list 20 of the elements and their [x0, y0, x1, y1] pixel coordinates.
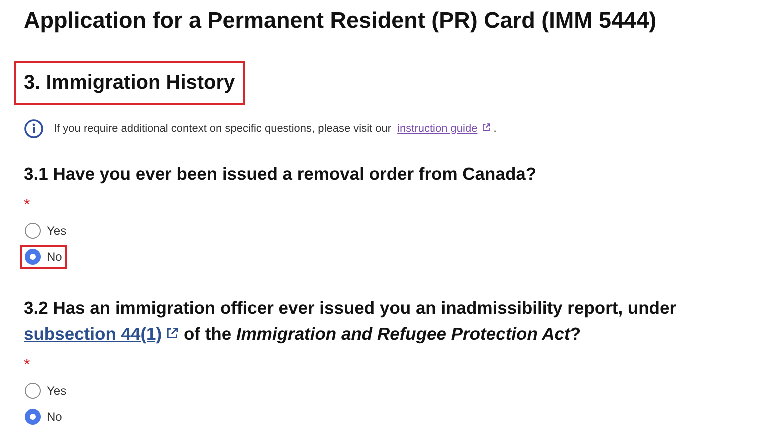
- section-heading: 3. Immigration History: [24, 72, 236, 94]
- radio-button[interactable]: [25, 223, 41, 239]
- external-link-icon: [482, 122, 491, 132]
- option-label: Yes: [47, 383, 67, 400]
- radio-button[interactable]: [25, 409, 41, 425]
- required-asterisk: *: [24, 357, 30, 375]
- question-text: 3.1 Have you ever been issued a removal order from Canada?: [24, 163, 538, 186]
- external-link-icon: [166, 327, 180, 340]
- radio-button[interactable]: [25, 383, 41, 399]
- page-title: Application for a Permanent Resident (PR) Card (IMM 5444): [24, 7, 658, 35]
- subsection-link[interactable]: subsection 44(1): [24, 324, 180, 344]
- info-icon: [24, 119, 44, 139]
- option-label: No: [47, 249, 62, 266]
- question-text: 3.2 Has an immigration officer ever issued you an inadmissibility report, under subsection 44(1) of the Immigration and Refugee Protection Act?: [24, 297, 678, 346]
- instruction-guide-link[interactable]: instruction guide: [398, 122, 491, 135]
- required-asterisk: *: [24, 197, 30, 215]
- option-label: No: [47, 409, 62, 426]
- radio-button[interactable]: [25, 249, 41, 265]
- option-label: Yes: [47, 223, 67, 240]
- info-text: If you require additional context on specific questions, please visit our instruction guide .: [54, 122, 497, 137]
